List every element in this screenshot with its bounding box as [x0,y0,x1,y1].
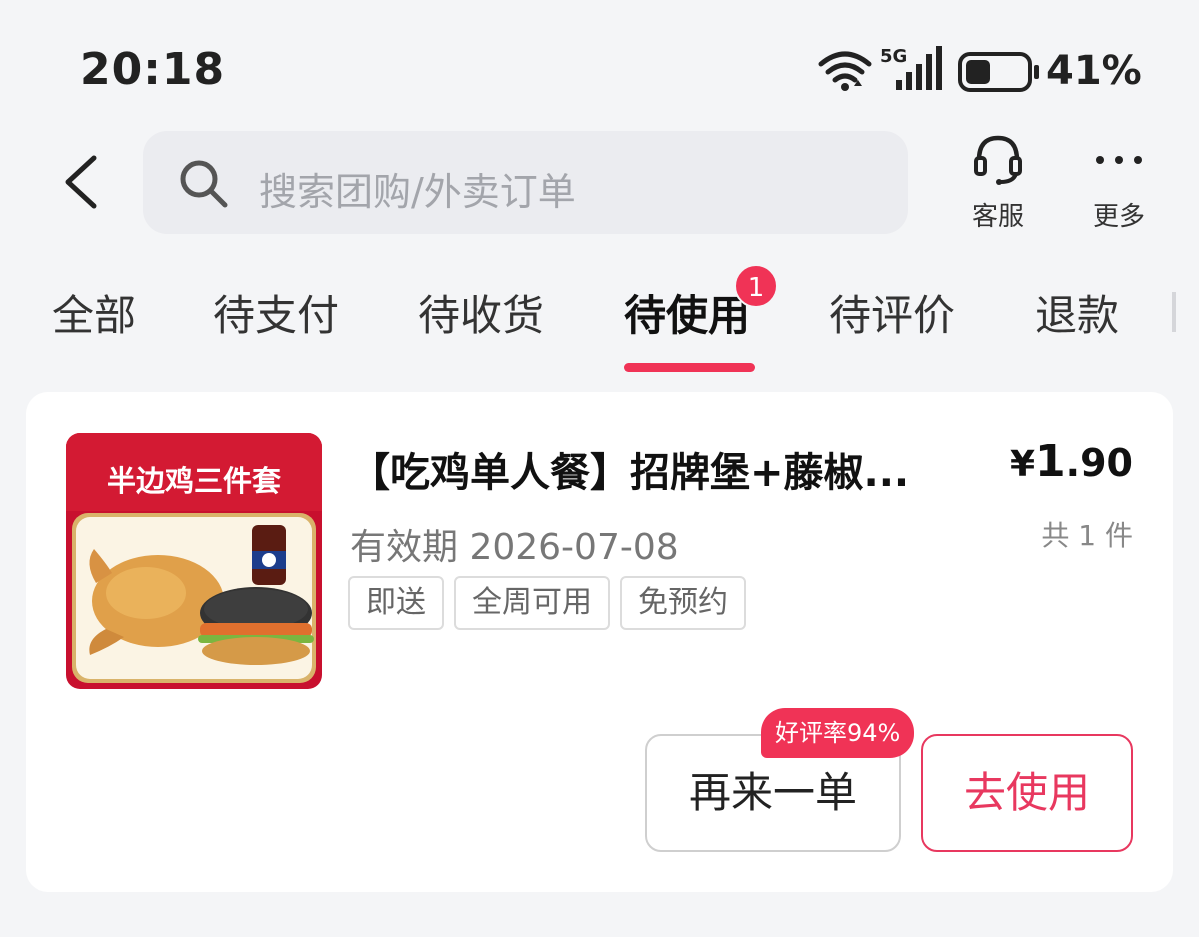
tab-pending-review[interactable]: 待评价 [829,282,955,343]
more-label: 更多 [1092,202,1145,232]
chevron-left-icon [65,155,97,209]
tab-scroll-divider [1172,292,1176,332]
status-bar: 20:18 5G 41% [0,0,1199,140]
active-tab-indicator [624,363,755,372]
order-title[interactable]: 【吃鸡单人餐】招牌堡+藤椒... [350,440,940,498]
tag-all-week: 全周可用 [454,576,610,630]
customer-service-label: 客服 [971,202,1024,232]
wifi-icon [818,50,872,96]
tab-all[interactable]: 全部 [52,282,136,343]
tab-pending-delivery[interactable]: 待收货 [418,282,544,343]
cellular-signal-icon: 5G [880,46,944,92]
order-tags: 即送 全周可用 免预约 [348,576,756,630]
order-price: ¥1.90 [1010,436,1133,487]
order-card[interactable]: 半边鸡三件套 【吃鸡单人餐】招牌堡+藤椒... ¥1.90 共 1 件 有效期 … [26,392,1173,892]
battery-icon [958,52,1042,96]
tab-pending-use[interactable]: 待使用 [624,282,750,343]
headset-icon [974,135,1022,185]
rating-badge: 好评率94% [761,708,915,758]
customer-service-button[interactable]: 客服 [953,134,1043,234]
search-icon [177,157,231,215]
item-count: 共 1 件 [1041,519,1133,552]
price-currency: ¥ [1009,444,1036,485]
product-thumbnail[interactable]: 半边鸡三件套 [66,433,322,689]
use-voucher-button[interactable]: 去使用 [921,734,1133,852]
tag-instant-delivery: 即送 [348,576,444,630]
tag-no-reservation: 免预约 [620,576,746,630]
price-decimal: .90 [1065,441,1133,485]
thumbnail-caption: 半边鸡三件套 [107,464,281,498]
tab-refund[interactable]: 退款 [1035,282,1119,343]
order-tabs: 全部 待支付 待收货 待使用 1 待评价 退款 [0,264,1199,380]
battery-percent: 41% [1046,48,1142,94]
status-time: 20:18 [80,44,226,95]
more-dots-icon [1096,156,1142,164]
validity-date: 有效期 2026-07-08 [350,527,679,568]
search-placeholder: 搜索团购/外卖订单 [259,170,576,214]
tab-pending-payment[interactable]: 待支付 [213,282,339,343]
price-integer: 1 [1035,436,1066,487]
search-input[interactable]: 搜索团购/外卖订单 [143,131,908,234]
back-button[interactable] [60,152,100,212]
more-button[interactable]: 更多 [1074,134,1164,234]
tab-count-badge: 1 [734,264,778,308]
